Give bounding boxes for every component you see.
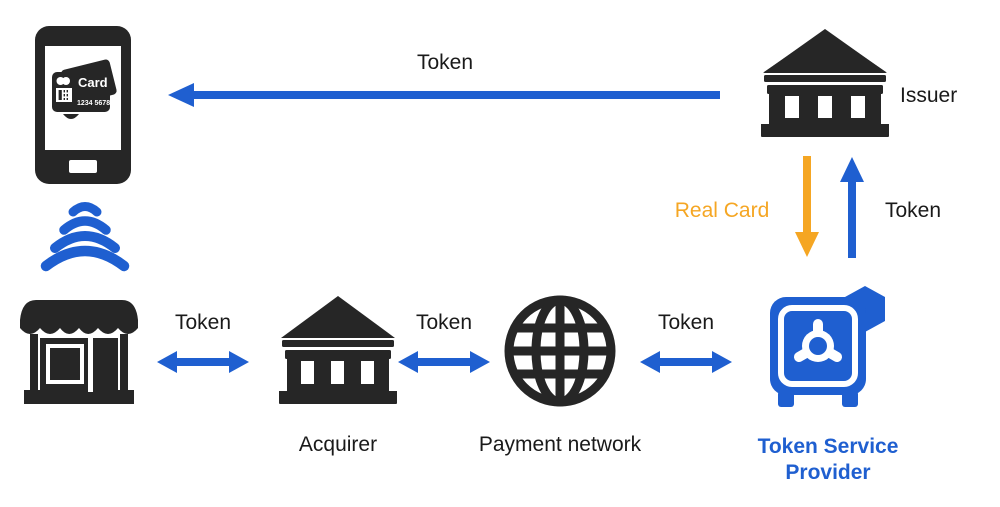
edge-label-acquirer-network: Token — [415, 311, 473, 334]
merchant-shop-icon[interactable] — [18, 294, 140, 406]
token-service-provider-safe-icon[interactable] — [765, 283, 893, 411]
edge-issuer-to-phone — [168, 80, 724, 112]
issuer-label: Issuer — [900, 84, 958, 107]
card-number-text: 1234 5678 — [77, 100, 110, 107]
contactless-nfc-waves — [40, 198, 130, 272]
edge-label-network-tsp: Token — [657, 311, 715, 334]
diagram-canvas: Card 1234 5678 Issuer Token Real Card To… — [0, 0, 1000, 507]
payment-network-globe-icon[interactable] — [504, 295, 616, 407]
edge-issuer-to-tsp — [794, 156, 822, 258]
edge-label-real-card: Real Card — [674, 199, 770, 222]
acquirer-bank-icon[interactable] — [278, 294, 398, 406]
tsp-label-line2: Provider — [785, 461, 871, 484]
issuer-bank-icon-overlay — [760, 28, 890, 138]
edge-label-issuer-to-phone: Token — [416, 51, 474, 74]
card-brand-text: Card — [78, 75, 108, 90]
card-front: Card 1234 5678 — [52, 72, 110, 112]
tsp-label-line1: Token Service — [757, 435, 899, 458]
edge-label-merchant-acquirer: Token — [174, 311, 232, 334]
mobile-phone-with-card[interactable]: Card 1234 5678 — [33, 24, 133, 186]
acquirer-label: Acquirer — [298, 433, 378, 456]
payment-network-label: Payment network — [478, 433, 642, 456]
edge-label-tsp-to-issuer: Token — [885, 199, 942, 222]
edge-acquirer-network — [398, 348, 490, 376]
edge-network-tsp — [640, 348, 732, 376]
edge-merchant-acquirer — [157, 348, 249, 376]
edge-tsp-to-issuer — [839, 156, 867, 258]
